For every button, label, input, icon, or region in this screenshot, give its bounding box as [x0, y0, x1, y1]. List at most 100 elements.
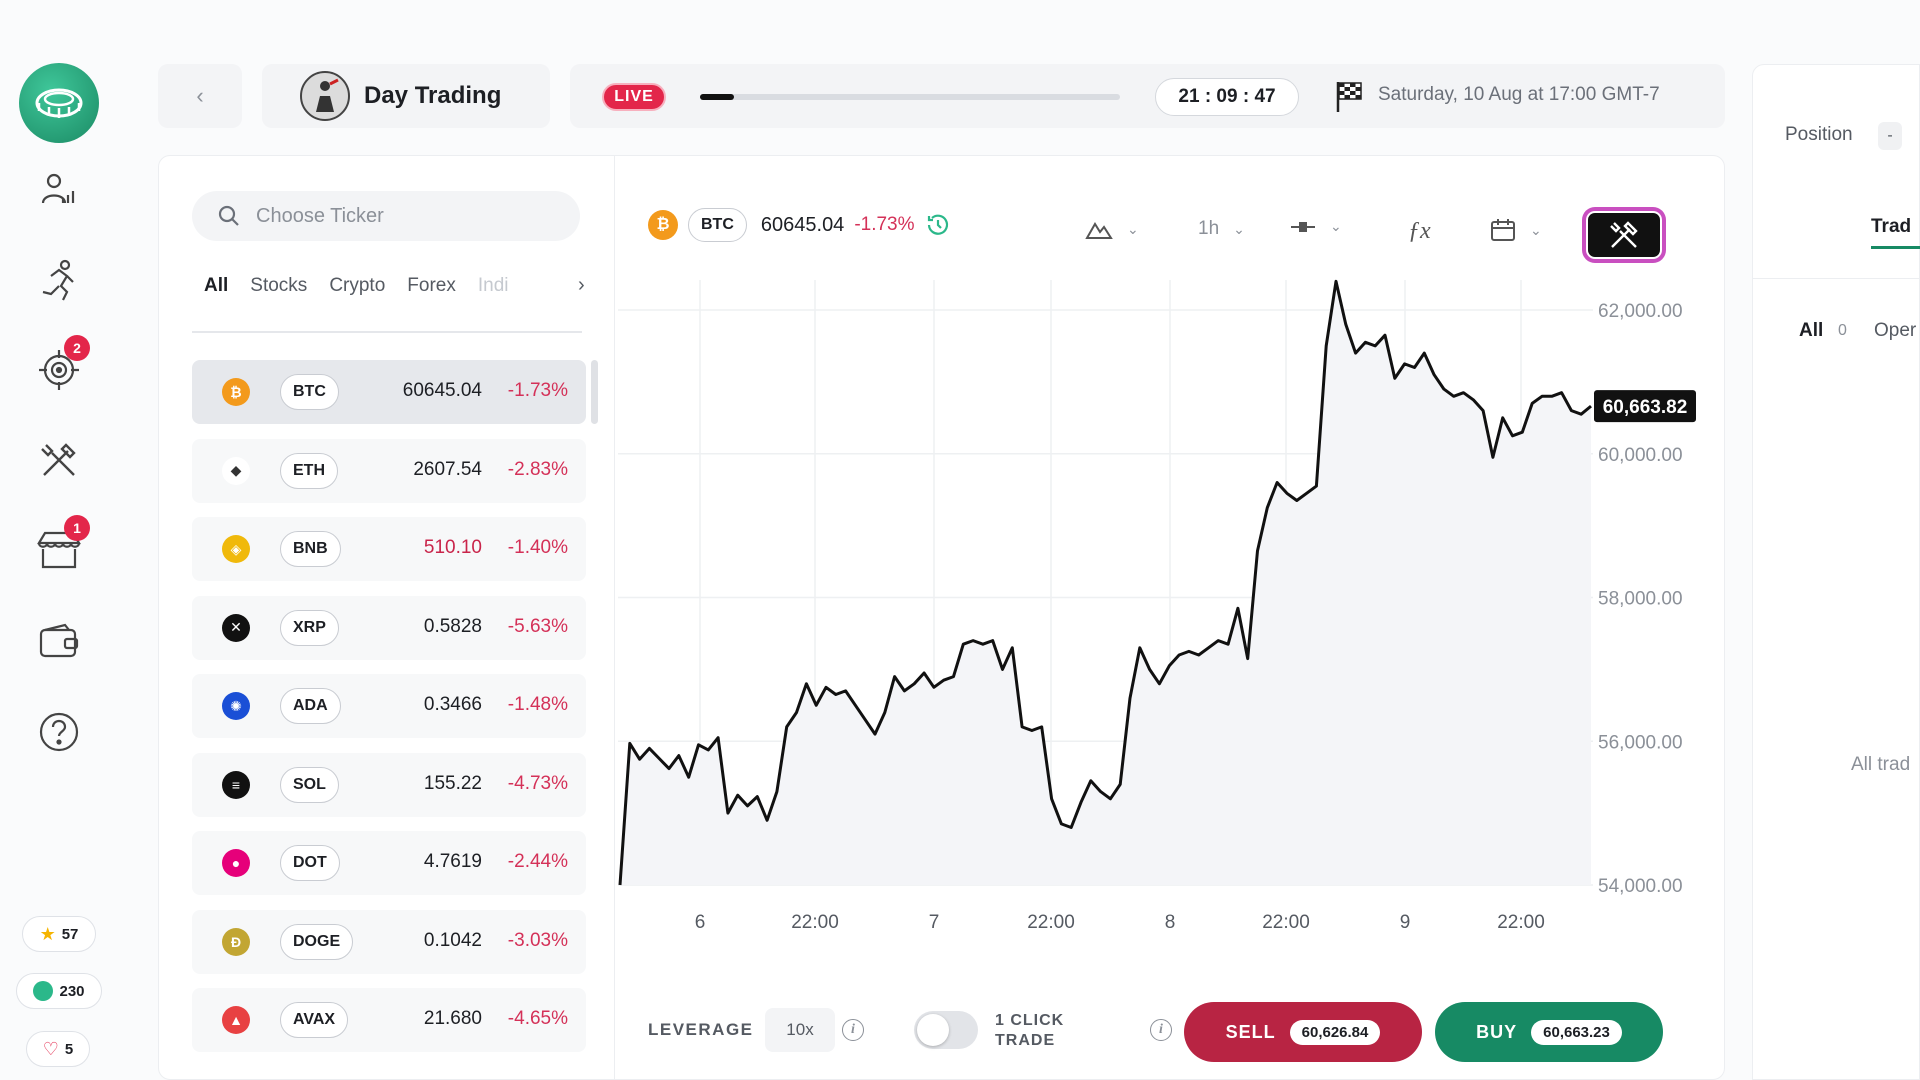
active-tab-indicator [1871, 246, 1920, 249]
game-title-card: Day Trading [262, 64, 550, 128]
ticker-price: 4.7619 [423, 851, 482, 872]
x-tick-label: 22:00 [1262, 912, 1310, 933]
interval-dropdown[interactable]: 1h ⌄ [1198, 218, 1245, 240]
chart-price: 60645.04 [760, 213, 845, 236]
one-click-info-icon[interactable]: i [1150, 1019, 1172, 1041]
ticker-list-scrollbar[interactable] [591, 360, 598, 424]
bitcoin-icon: ₿ [648, 210, 678, 240]
ticker-change: -5.63% [507, 615, 568, 637]
ticker-price: 0.3466 [423, 694, 482, 715]
ticker-symbol: ADA [280, 688, 341, 724]
shop-badge: 1 [64, 515, 90, 541]
chevron-right-icon[interactable]: › [578, 274, 585, 297]
shop-icon[interactable]: 1 [34, 515, 90, 575]
avax-coin-icon: ▲ [222, 1006, 250, 1034]
ticker-symbol: DOGE [280, 923, 354, 960]
chevron-down-icon: ⌄ [1330, 218, 1342, 234]
leverage-label: LEVERAGE [648, 1020, 754, 1039]
ticker-price: 21.680 [423, 1008, 482, 1029]
filter-tab-forex[interactable]: Forex [407, 275, 456, 297]
date-range-dropdown[interactable]: ⌄ [1490, 218, 1542, 242]
ticker-row-doge[interactable]: Ð DOGE 0.1042 -3.03% [192, 909, 586, 974]
target-icon[interactable]: 2 [34, 335, 90, 395]
trader-avatar [300, 71, 350, 121]
session-end-date: Saturday, 10 Aug at 17:00 GMT-7 [1378, 84, 1660, 105]
likes-stat: ♡ 5 [26, 1031, 90, 1067]
game-title: Day Trading [364, 82, 502, 109]
eth-coin-icon: ◆ [222, 456, 250, 485]
calendar-icon [1491, 219, 1515, 241]
price-chart[interactable]: 62,000.00 60,000.00 58,000.00 56,000.00 54,0… [618, 270, 1698, 970]
ticker-row-sol[interactable]: ≡ SOL 155.22 -4.73% [192, 752, 586, 817]
stars-stat: ★ 57 [22, 916, 96, 952]
ticker-row-avax[interactable]: ▲ AVAX 21.680 -4.65% [192, 988, 586, 1052]
left-rail: 2 1 ★ 57 230 ♡ 5 [0, 0, 118, 1080]
x-tick-label: 22:00 [1027, 912, 1075, 933]
profile-stats-icon[interactable] [34, 166, 84, 216]
sell-button[interactable]: SELL 60,626.84 [1184, 1002, 1422, 1062]
ticker-row-btc[interactable]: ₿ BTC 60645.04 -1.73% [192, 360, 586, 424]
coins-stat: 230 [16, 973, 102, 1009]
session-progress-fill [700, 94, 734, 100]
x-tick-label: 22:00 [1497, 912, 1545, 933]
chevron-down-icon: ⌄ [1233, 220, 1245, 237]
filter-tab-indices[interactable]: Indi [478, 275, 509, 297]
trading-tools-button[interactable] [1585, 210, 1663, 260]
buy-button[interactable]: BUY 60,663.23 [1435, 1002, 1663, 1062]
ticker-price: 0.5828 [423, 615, 482, 637]
back-button[interactable]: ‹ [158, 64, 242, 128]
ticker-change: -3.03% [507, 929, 568, 951]
ticker-filter-tabs: All Stocks Crypto Forex Indi [204, 275, 509, 297]
star-icon: ★ [39, 923, 56, 944]
chevron-left-icon: ‹ [196, 83, 204, 108]
search-icon [218, 205, 239, 226]
wallet-icon[interactable] [34, 617, 84, 667]
filter-tab-all[interactable]: All [204, 275, 228, 297]
filter-tab-crypto[interactable]: Crypto [329, 275, 385, 297]
tools-icon[interactable] [34, 435, 84, 485]
x-tick-label: 7 [929, 912, 940, 933]
ticker-change: -1.40% [507, 537, 568, 558]
ticker-row-xrp[interactable]: ✕ XRP 0.5828 -5.63% [192, 595, 586, 660]
dot-coin-icon: ● [222, 849, 250, 877]
ticker-row-eth[interactable]: ◆ ETH 2607.54 -2.83% [192, 438, 586, 503]
positions-divider [1752, 278, 1920, 279]
current-price-label: 60,663.82 [1603, 397, 1688, 418]
runner-icon[interactable] [34, 255, 84, 305]
live-badge: LIVE [602, 83, 666, 111]
leverage-info-icon[interactable]: i [842, 1019, 864, 1041]
function-icon[interactable]: ƒx [1408, 218, 1431, 245]
position-value: - [1878, 122, 1902, 150]
line-style-dropdown[interactable]: ⌄ [1290, 218, 1342, 235]
app-logo[interactable] [19, 63, 99, 143]
one-click-trade-toggle[interactable] [914, 1011, 978, 1049]
ticker-row-bnb[interactable]: ◈ BNB 510.10 -1.40% [192, 517, 586, 581]
ticker-symbol: BNB [280, 531, 341, 567]
filter-all-trades[interactable]: All [1799, 320, 1823, 342]
all-trades-count: 0 [1838, 322, 1847, 339]
panel-divider [614, 155, 615, 1080]
live-status-bar: LIVE 21 : 09 : 47 Saturday, 10 Aug at 17… [570, 64, 1725, 128]
ticker-row-ada[interactable]: ✺ ADA 0.3466 -1.48% [192, 674, 586, 738]
ticker-row-dot[interactable]: ● DOT 4.7619 -2.44% [192, 831, 586, 895]
ticker-symbol: SOL [280, 766, 339, 803]
ada-coin-icon: ✺ [222, 692, 250, 720]
buy-price: 60,663.23 [1531, 1019, 1622, 1045]
chevron-down-icon: ⌄ [1530, 221, 1542, 238]
position-label: Position [1785, 124, 1853, 145]
y-tick-label: 62,000.00 [1598, 301, 1683, 322]
ticker-search-input[interactable]: Choose Ticker [192, 191, 580, 241]
x-tick-label: 6 [695, 912, 706, 933]
ticker-symbol: ETH [280, 452, 338, 489]
ticker-price: 2607.54 [413, 458, 482, 480]
ticker-symbol: BTC [280, 374, 339, 410]
tab-trades[interactable]: Trad [1871, 216, 1911, 238]
ticker-change: -4.73% [507, 772, 568, 794]
help-icon[interactable] [34, 707, 84, 757]
x-tick-label: 22:00 [791, 912, 839, 933]
chart-type-dropdown[interactable]: ⌄ [1085, 218, 1139, 240]
sol-coin-icon: ≡ [222, 770, 250, 799]
filter-open-trades[interactable]: Oper [1874, 320, 1916, 342]
filter-tab-stocks[interactable]: Stocks [250, 275, 307, 297]
leverage-selector[interactable]: 10x [765, 1008, 835, 1052]
